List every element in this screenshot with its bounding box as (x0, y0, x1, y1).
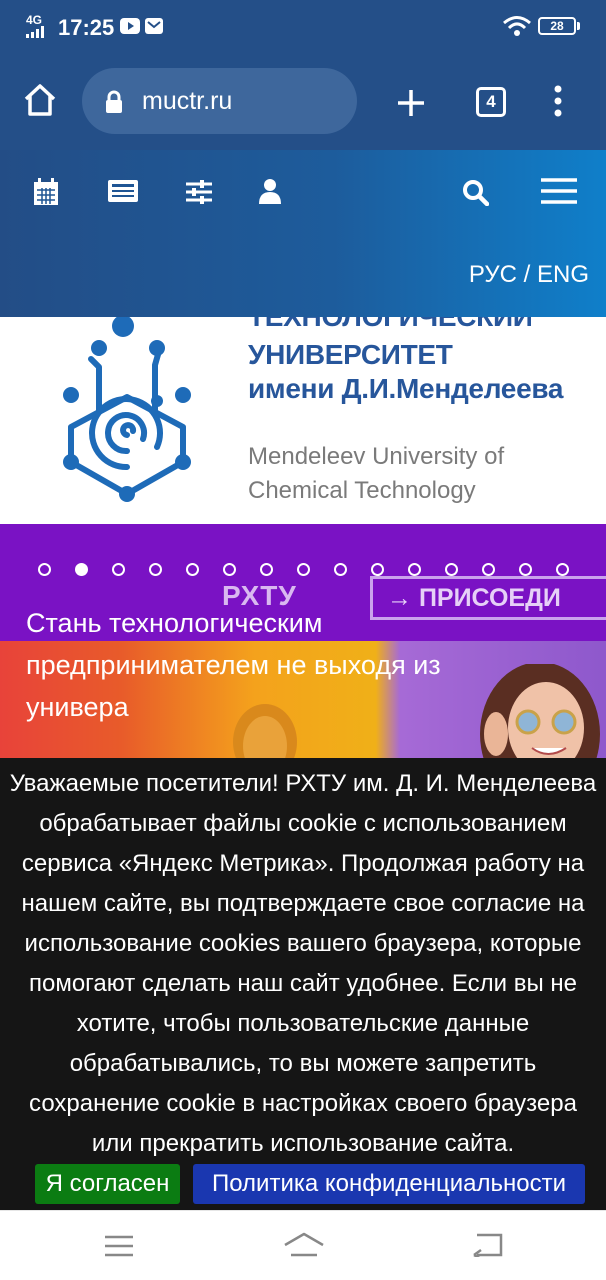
university-name-en-line1: Mendeleev University of (248, 443, 505, 470)
cookie-text-line: обрабатывались, то вы можете запретить (69, 1050, 537, 1077)
university-name-line1: ТЕХНОЛОГИЧЕСКИЙ (248, 317, 533, 333)
cookie-notice: Уважаемые посетители! РХТУ им. Д. И. Мен… (0, 758, 606, 1210)
cookie-text-line: помогают сделать наш сайт удобнее. Если … (28, 970, 578, 997)
mail-icon (145, 18, 163, 34)
slider-dot[interactable] (482, 563, 495, 576)
tabs-button[interactable]: 4 (476, 87, 506, 117)
man-silhouette-image (233, 704, 297, 758)
slider-dot[interactable] (186, 563, 199, 576)
language-switcher[interactable]: РУС / ENG (469, 261, 589, 289)
privacy-policy-button[interactable]: Политика конфиденциальности (193, 1164, 585, 1204)
clock: 17:25 (58, 15, 115, 40)
back-icon[interactable] (473, 1233, 503, 1257)
calendar-icon[interactable] (33, 178, 59, 206)
cookie-text-line: Уважаемые посетители! РХТУ им. Д. И. Мен… (9, 770, 597, 797)
tab-count: 4 (486, 92, 496, 111)
slider-dot[interactable] (112, 563, 125, 576)
cookie-text-line: обрабатывает файлы cookie с использовани… (39, 810, 567, 837)
slider-dot[interactable] (519, 563, 532, 576)
more-icon[interactable] (552, 85, 564, 117)
cookie-text-line: использование cookies вашего браузера, к… (24, 930, 582, 957)
cookie-text-line: нашем сайте, вы подтверждаете свое согла… (21, 890, 585, 917)
network-type: 4G (26, 13, 43, 27)
menu-icon[interactable] (104, 1235, 134, 1257)
cookie-text-line: или прекратить использование сайта. (91, 1130, 515, 1157)
wifi-icon (503, 16, 531, 36)
join-banner-box: → ПРИСОЕДИ (370, 576, 606, 620)
slider-dot[interactable] (334, 563, 347, 576)
plus-icon[interactable] (396, 88, 426, 118)
university-name-line2: УНИВЕРСИТЕТ (248, 339, 453, 370)
slider-dot[interactable] (408, 563, 421, 576)
system-nav-bar (0, 1210, 606, 1280)
address-bar[interactable]: muctr.ru (82, 68, 357, 134)
university-name-en-line2: Chemical Technology (248, 477, 476, 504)
banner-headline-line3: универа (26, 692, 129, 722)
news-icon[interactable] (108, 180, 138, 202)
battery-level: 28 (550, 19, 564, 33)
youtube-icon (120, 18, 140, 34)
signal-icon (26, 26, 44, 38)
cookie-text-line: сохранение cookie в настройках своего бр… (29, 1090, 577, 1117)
cookie-text-line: хотите, чтобы пользовательские данные (76, 1010, 530, 1037)
university-logo-block[interactable]: ТЕХНОЛОГИЧЕСКИЙ УНИВЕРСИТЕТ имени Д.И.Ме… (0, 317, 606, 524)
user-icon[interactable] (259, 178, 281, 204)
browser-toolbar: muctr.ru 4 (0, 54, 606, 150)
slider-dot[interactable] (371, 563, 384, 576)
woman-photo-image (480, 664, 600, 758)
sliders-icon[interactable] (186, 180, 212, 204)
search-icon[interactable] (463, 180, 489, 206)
status-bar: 4G 17:25 28 (0, 0, 606, 54)
lock-icon (106, 90, 122, 113)
slider-dot[interactable] (556, 563, 569, 576)
url-text: muctr.ru (142, 87, 233, 115)
slider-dot[interactable] (75, 563, 88, 576)
agree-button[interactable]: Я согласен (35, 1164, 180, 1204)
university-logo-icon (63, 317, 191, 502)
site-header: РУС / ENG (0, 150, 606, 317)
home-nav-icon[interactable] (283, 1231, 325, 1259)
slider-dot[interactable] (149, 563, 162, 576)
banner-headline-line1: Стань технологическим (26, 608, 323, 638)
battery-icon: 28 (538, 17, 576, 35)
hamburger-icon[interactable] (541, 178, 577, 204)
university-name-line3: имени Д.И.Менделеева (248, 373, 564, 404)
slider-dot[interactable] (38, 563, 51, 576)
battery-tip (577, 22, 580, 30)
slider-dot[interactable] (297, 563, 310, 576)
promo-banner[interactable]: РХТУ → ПРИСОЕДИ Стань технологическим пр… (0, 524, 606, 758)
slider-dot[interactable] (223, 563, 236, 576)
slider-dot[interactable] (260, 563, 273, 576)
home-icon[interactable] (22, 82, 58, 118)
banner-headline-line2: предпринимателем не выходя из (26, 650, 441, 680)
slider-dot[interactable] (445, 563, 458, 576)
cookie-text-line: сервиса «Яндекс Метрика». Продолжая рабо… (21, 850, 585, 877)
join-banner-text: → ПРИСОЕДИ (387, 584, 561, 612)
